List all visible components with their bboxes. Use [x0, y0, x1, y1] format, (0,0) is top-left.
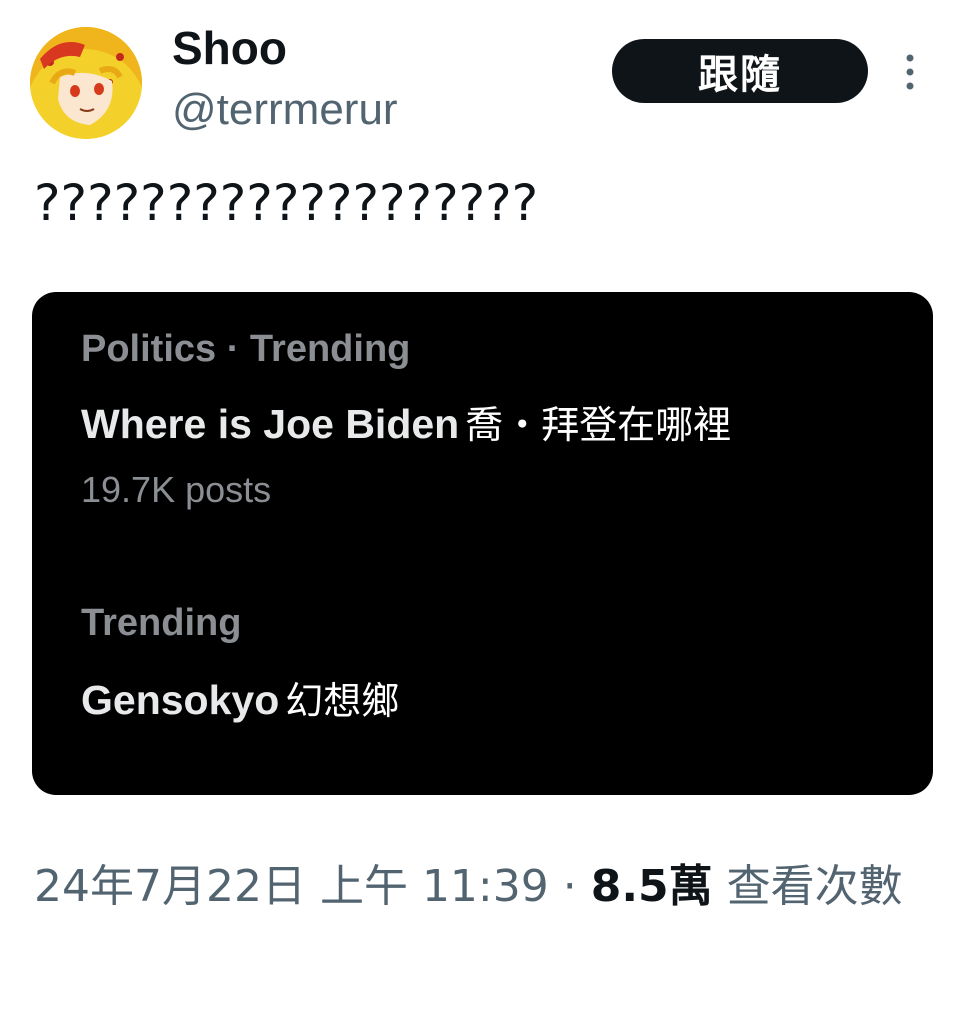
trend-title-text: Gensokyo: [81, 677, 280, 723]
tweet-media-image[interactable]: Politics · Trending Where is Joe Biden 喬・…: [32, 292, 933, 795]
view-count-label: 查看次數: [712, 861, 903, 912]
trend-item: Politics · Trending Where is Joe Biden 喬・…: [81, 324, 731, 515]
trend-category: Politics · Trending: [81, 328, 411, 370]
trend-title-translation: 幻想鄉: [285, 679, 400, 723]
more-vertical-icon[interactable]: [895, 48, 925, 98]
trend-title-text: Where is Joe Biden: [81, 401, 460, 447]
trend-title: Gensokyo 幻想鄉: [81, 672, 399, 729]
trend-title-translation: 喬・拜登在哪裡: [465, 403, 732, 447]
avatar[interactable]: [30, 27, 142, 139]
author-handle[interactable]: @terrmerur: [172, 80, 398, 140]
trend-category: Trending: [81, 602, 242, 644]
meta-separator: ·: [548, 861, 591, 912]
avatar-image: [30, 27, 142, 139]
tweet-text: ???????????????????: [34, 174, 539, 232]
trend-post-count: 19.7K posts: [81, 469, 272, 510]
author-display-name[interactable]: Shoo: [172, 18, 287, 78]
tweet-meta: 24年7月22日 上午 11:39 · 8.5萬 查看次數: [34, 852, 934, 922]
trend-item: Trending Gensokyo 幻想鄉: [81, 598, 399, 729]
tweet-timestamp[interactable]: 24年7月22日 上午 11:39: [34, 861, 549, 912]
view-count: 8.5萬: [590, 861, 713, 912]
trend-title: Where is Joe Biden 喬・拜登在哪裡: [81, 396, 731, 453]
follow-button[interactable]: 跟隨: [612, 39, 868, 103]
